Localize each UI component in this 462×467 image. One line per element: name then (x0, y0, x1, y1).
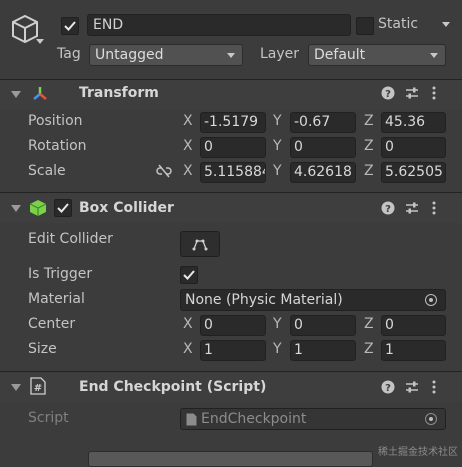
presets-sliders-icon[interactable] (405, 380, 419, 394)
kebab-menu-icon[interactable] (431, 201, 437, 215)
checkmark-icon (64, 21, 76, 31)
layer-label: Layer (260, 46, 300, 62)
presets-sliders-icon[interactable] (405, 201, 419, 215)
foldout-arrow-icon[interactable] (11, 91, 21, 98)
box-collider-title: Box Collider (79, 200, 174, 216)
object-picker-icon[interactable] (425, 294, 437, 306)
object-picker-icon (425, 413, 437, 425)
csharp-script-icon: # (30, 377, 46, 395)
axis-z-label: Z (364, 113, 374, 129)
box-collider-enabled-checkbox[interactable] (54, 199, 72, 217)
center-z-field[interactable]: 0 (381, 315, 446, 336)
edit-collider-label: Edit Collider (28, 231, 113, 247)
kebab-menu-icon[interactable] (431, 86, 437, 100)
svg-text:#: # (34, 383, 42, 394)
rotation-x-field[interactable]: 0 (200, 137, 266, 158)
box-collider-icon (29, 200, 47, 216)
axis-x-label: X (183, 163, 193, 179)
tag-dropdown[interactable]: Untagged (89, 44, 243, 66)
transform-title: Transform (79, 85, 159, 101)
axis-y-label: Y (273, 316, 282, 332)
active-checkbox[interactable] (61, 17, 79, 35)
axis-x-label: X (183, 113, 193, 129)
icon-dropdown-caret-icon[interactable] (36, 39, 44, 44)
rotation-z-field[interactable]: 0 (381, 137, 446, 158)
inspector-header: END Static Tag Untagged Layer Default (0, 0, 462, 78)
axis-z-label: Z (364, 316, 374, 332)
size-x-field[interactable]: 1 (200, 340, 266, 361)
material-value: None (Physic Material) (185, 292, 343, 308)
axis-x-label: X (183, 341, 193, 357)
script-file-icon (186, 413, 197, 426)
chevron-down-icon (430, 53, 438, 58)
axis-z-label: Z (364, 341, 374, 357)
presets-sliders-icon[interactable] (405, 86, 419, 100)
svg-text:?: ? (385, 204, 391, 215)
edit-collider-button[interactable] (180, 231, 220, 257)
is-trigger-label: Is Trigger (28, 266, 93, 282)
tag-label: Tag (57, 46, 81, 62)
material-object-field[interactable]: None (Physic Material) (180, 289, 446, 311)
static-label: Static (378, 16, 419, 32)
help-icon[interactable]: ? (381, 86, 395, 100)
box-collider-header[interactable]: Box Collider ? (0, 193, 462, 223)
axis-y-label: Y (273, 163, 282, 179)
rotation-y-field[interactable]: 0 (290, 137, 356, 158)
center-x-field[interactable]: 0 (200, 315, 266, 336)
help-icon[interactable]: ? (381, 380, 395, 394)
position-y-field[interactable]: -0.67 (290, 112, 356, 133)
axis-y-label: Y (273, 341, 282, 357)
axis-y-label: Y (273, 113, 282, 129)
position-x-field[interactable]: -1.5179 (200, 112, 266, 133)
size-label: Size (28, 341, 57, 357)
edit-bounds-icon (192, 239, 208, 251)
scale-y-field[interactable]: 4.62618 (290, 162, 356, 183)
axis-z-label: Z (364, 163, 374, 179)
center-y-field[interactable]: 0 (290, 315, 356, 336)
object-name-field[interactable]: END (87, 14, 351, 36)
rotation-label: Rotation (28, 138, 87, 154)
constrain-proportions-link-icon[interactable] (156, 164, 172, 178)
svg-text:?: ? (385, 383, 391, 394)
layer-value: Default (314, 47, 366, 63)
transform-axes-icon (33, 87, 47, 100)
checkmark-icon (183, 270, 195, 280)
script-object-field: EndCheckpoint (180, 408, 446, 430)
is-trigger-checkbox[interactable] (180, 266, 198, 284)
kebab-menu-icon[interactable] (431, 380, 437, 394)
foldout-arrow-icon[interactable] (11, 384, 21, 391)
axis-x-label: X (183, 138, 193, 154)
layer-dropdown[interactable]: Default (308, 44, 446, 66)
svg-text:?: ? (385, 89, 391, 100)
transform-header[interactable]: Transform ? (0, 80, 462, 110)
watermark: 稀土掘金技术社区 (378, 447, 458, 458)
size-y-field[interactable]: 1 (290, 340, 356, 361)
position-z-field[interactable]: 45.36 (381, 112, 446, 133)
script-label: Script (28, 410, 69, 426)
axis-z-label: Z (364, 138, 374, 154)
axis-y-label: Y (273, 138, 282, 154)
center-label: Center (28, 316, 76, 332)
help-icon[interactable]: ? (381, 201, 395, 215)
foldout-arrow-icon[interactable] (11, 205, 21, 212)
static-dropdown[interactable] (427, 14, 457, 36)
chevron-down-icon (227, 53, 235, 58)
end-checkpoint-header[interactable]: # End Checkpoint (Script) ? (0, 372, 462, 402)
scale-x-field[interactable]: 5.115884 (200, 162, 266, 183)
checkmark-icon (57, 203, 69, 213)
size-z-field[interactable]: 1 (381, 340, 446, 361)
material-label: Material (28, 291, 85, 307)
scale-label: Scale (28, 163, 66, 179)
tag-value: Untagged (95, 47, 164, 63)
scale-z-field[interactable]: 5.62505 (381, 162, 446, 183)
script-value: EndCheckpoint (201, 411, 307, 427)
add-component-button[interactable] (88, 451, 373, 467)
chevron-down-icon (442, 22, 450, 27)
axis-x-label: X (183, 316, 193, 332)
position-label: Position (28, 113, 83, 129)
static-checkbox[interactable] (356, 17, 374, 35)
end-checkpoint-title: End Checkpoint (Script) (79, 379, 267, 395)
